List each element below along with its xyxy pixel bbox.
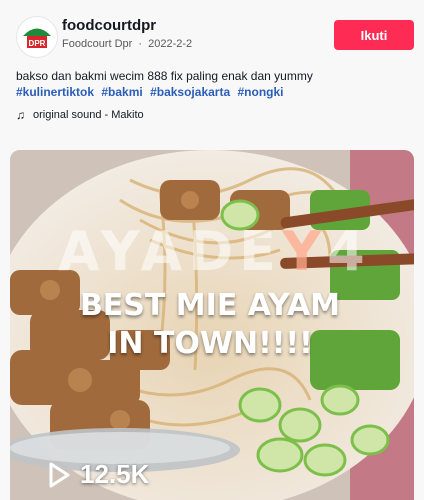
post-card: DPR foodcourtdpr Foodcourt Dpr · 2022-2-… [0, 0, 424, 500]
hashtag-link[interactable]: #baksojakarta [150, 85, 230, 99]
avatar[interactable]: DPR [16, 16, 58, 58]
author-meta: Foodcourt Dpr · 2022-2-2 [62, 38, 195, 50]
post-header: DPR foodcourtdpr Foodcourt Dpr · 2022-2-… [0, 0, 424, 140]
overlay-line-1: BEST MIE AYAM [79, 288, 341, 323]
video-player[interactable]: AYADEY4 BEST MIE AYAM IN TOWN!!!! 12.5K [10, 150, 414, 500]
view-count: 12.5K [48, 459, 149, 490]
username[interactable]: foodcourtdpr [62, 17, 156, 34]
caption: bakso dan bakmi wecim 888 fix paling ena… [16, 69, 313, 83]
follow-button[interactable]: Ikuti [334, 20, 414, 50]
hashtag-link[interactable]: #bakmi [101, 85, 142, 99]
foodcourt-logo-icon: DPR [23, 28, 51, 48]
music-note-icon: ♫ [16, 108, 25, 122]
hashtag-link[interactable]: #nongki [237, 85, 283, 99]
display-name: Foodcourt Dpr [62, 38, 133, 50]
sound-label: original sound - Makito [33, 109, 144, 121]
hashtag-list: #kulinertiktok #bakmi #baksojakarta #non… [16, 85, 288, 99]
post-date: 2022-2-2 [148, 38, 193, 50]
sound-link[interactable]: ♫ original sound - Makito [16, 108, 144, 122]
svg-text:DPR: DPR [29, 39, 46, 48]
watermark: AYADEY4 [58, 220, 371, 283]
view-count-value: 12.5K [80, 459, 150, 489]
hashtag-link[interactable]: #kulinertiktok [16, 85, 94, 99]
video-overlay-title: BEST MIE AYAM IN TOWN!!!! [50, 287, 370, 363]
overlay-line-2: IN TOWN!!!! [107, 326, 313, 361]
play-icon [49, 462, 70, 487]
meta-separator: · [138, 38, 143, 50]
